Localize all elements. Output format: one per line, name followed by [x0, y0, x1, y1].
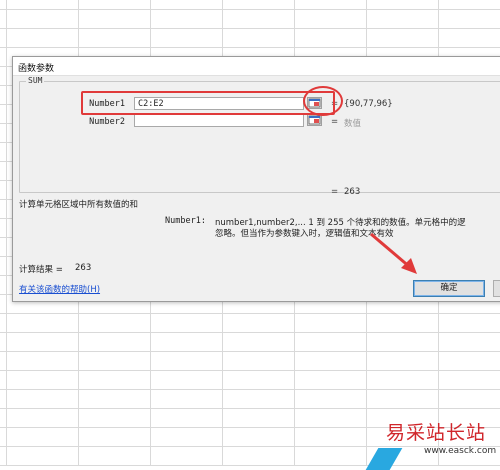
total-value: 263	[344, 187, 361, 197]
watermark-title: 易采站长站	[386, 422, 487, 444]
function-name: SUM	[26, 76, 45, 85]
highlight-box	[81, 91, 335, 115]
result-value: 263	[75, 263, 92, 273]
function-arguments-dialog: 函数参数 SUM Number1 C2:E2 = {90,77,96} Numb…	[12, 56, 500, 302]
help-link[interactable]: 有关该函数的帮助(H)	[19, 283, 100, 295]
total-equals: =	[331, 187, 339, 197]
highlight-circle	[303, 86, 343, 116]
watermark-url: www.easck.com	[424, 446, 497, 456]
watermark: 易采站长站 www.easck.com	[365, 412, 500, 470]
number2-equals: =	[331, 117, 339, 127]
result-label: 计算结果 =	[19, 265, 63, 275]
annotation-arrow-icon	[370, 232, 417, 274]
dialog-titlebar: 函数参数	[13, 57, 500, 76]
number1-result: {90,77,96}	[344, 99, 393, 109]
number2-label: Number2	[89, 117, 125, 127]
cancel-button[interactable]	[493, 280, 500, 297]
function-description: 计算单元格区域中所有数值的和	[19, 200, 139, 210]
range-select-icon	[308, 115, 321, 125]
dialog-title: 函数参数	[18, 64, 55, 74]
number2-result: 数值	[344, 119, 362, 129]
ok-button[interactable]: 确定	[413, 280, 485, 297]
arg-help-label: Number1:	[165, 216, 206, 226]
number2-input[interactable]	[134, 114, 304, 127]
